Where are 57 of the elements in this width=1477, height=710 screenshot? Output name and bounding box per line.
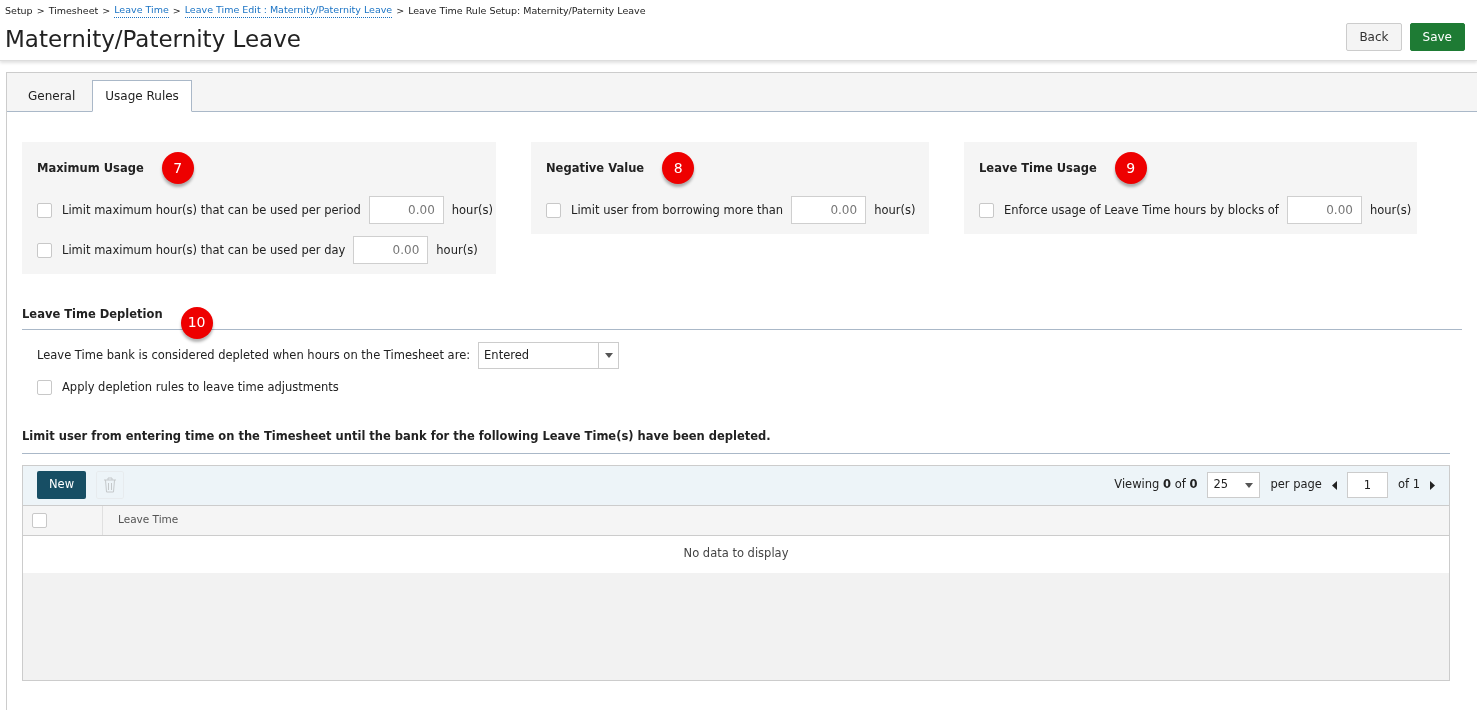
save-button[interactable]: Save	[1409, 23, 1465, 51]
option-label: Limit maximum hour(s) that can be used per day	[62, 241, 346, 259]
next-page-button[interactable]	[1430, 480, 1435, 490]
step-marker: 7	[161, 152, 194, 185]
step-marker: 9	[1114, 152, 1147, 185]
checkbox[interactable]	[546, 202, 561, 218]
column-header[interactable]: Leave Time	[103, 512, 179, 528]
panel-title: Maximum Usage	[37, 159, 144, 177]
breadcrumb-link[interactable]: Leave Time	[114, 3, 169, 19]
back-button[interactable]: Back	[1346, 23, 1402, 51]
panel-title: Negative Value	[546, 159, 645, 177]
panel-title: Leave Time Usage	[979, 159, 1097, 177]
per-page-label: per page	[1270, 476, 1322, 494]
step-marker: 10	[180, 306, 213, 339]
unit-label: hour(s)	[1369, 201, 1412, 219]
breadcrumb-separator: >	[172, 3, 181, 18]
page-title: Maternity/Paternity Leave	[5, 25, 302, 55]
unit-label: hour(s)	[874, 201, 916, 219]
hours-field[interactable]: 0.00	[368, 196, 444, 225]
new-button[interactable]: New	[37, 471, 87, 499]
checkbox[interactable]	[37, 242, 52, 258]
depletion-dropdown[interactable]: Entered	[478, 342, 620, 370]
unit-label: hour(s)	[436, 241, 478, 259]
checkbox[interactable]	[37, 202, 52, 218]
hours-field[interactable]: 0.00	[791, 196, 867, 225]
breadcrumb-item: Leave Time Rule Setup: Maternity/Paternity Leave	[408, 3, 646, 18]
option-label: Limit maximum hour(s) that can be used per period	[62, 201, 361, 219]
empty-message: No data to display	[683, 545, 789, 563]
checkbox[interactable]	[979, 202, 994, 218]
page-size-dropdown[interactable]: 25	[1207, 472, 1261, 498]
caret-icon	[1245, 482, 1254, 488]
trash-icon	[103, 477, 118, 493]
checkbox[interactable]	[37, 380, 52, 396]
hours-field[interactable]: 0.00	[1286, 196, 1362, 225]
breadcrumb-separator: >	[36, 3, 45, 18]
tab[interactable]: Usage Rules	[92, 80, 192, 113]
breadcrumb-separator: >	[396, 3, 405, 18]
page-field[interactable]: 1	[1346, 472, 1388, 498]
breadcrumb-link[interactable]: Leave Time Edit : Maternity/Paternity Leave	[184, 3, 393, 19]
caret-icon	[604, 353, 613, 359]
tab[interactable]: General	[15, 80, 89, 113]
breadcrumb-item: Setup	[5, 3, 33, 18]
breadcrumb-item: Timesheet	[48, 3, 99, 18]
option-label: Limit user from borrowing more than	[571, 201, 784, 219]
select-label: Leave Time bank is considered depleted when hours on the Timesheet are:	[37, 347, 471, 365]
unit-label: hour(s)	[451, 201, 494, 219]
section-title: Limit user from entering time on the Timesheet until the bank for the following Leave Time(s) have been depleted.	[22, 428, 771, 443]
checkbox[interactable]	[32, 512, 47, 528]
hours-field[interactable]: 0.00	[353, 236, 429, 265]
previous-page-button[interactable]	[1331, 480, 1337, 490]
breadcrumb-separator: >	[102, 3, 111, 18]
section-title: Leave Time Depletion	[22, 306, 163, 324]
page-count: of 1	[1397, 476, 1420, 494]
step-marker: 8	[662, 152, 695, 185]
option-label: Enforce usage of Leave Time hours by blocks of	[1004, 201, 1279, 219]
option-label: Apply depletion rules to leave time adjustments	[62, 379, 339, 397]
viewing-count: Viewing 0 of 0	[1114, 476, 1198, 494]
